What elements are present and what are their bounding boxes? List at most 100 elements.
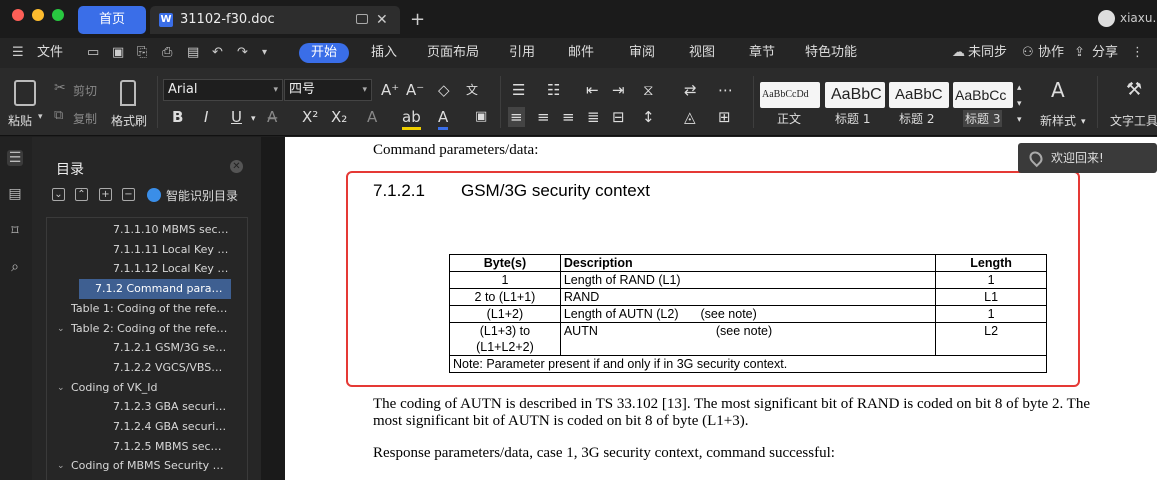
export-icon[interactable]: ⎘: [137, 38, 147, 68]
undo-icon[interactable]: ↶: [212, 38, 223, 68]
borders-icon[interactable]: ⊞: [718, 107, 731, 127]
search-icon[interactable]: ⌕: [7, 259, 23, 275]
paste-icon[interactable]: [14, 80, 36, 106]
chevron-down-icon[interactable]: ⌄: [57, 319, 65, 339]
expand-all-icon[interactable]: ⌃: [75, 188, 88, 201]
text-tools-button[interactable]: 文字工具: [1110, 112, 1157, 129]
char-border-icon[interactable]: ▣: [475, 107, 487, 127]
underline-icon[interactable]: U: [231, 107, 242, 127]
toc-item[interactable]: 7.1.2.1 GSM/3G se…: [113, 338, 231, 358]
increase-indent-icon[interactable]: ⇥: [612, 80, 625, 100]
justify-icon[interactable]: ≣: [587, 107, 600, 127]
style-preview-heading1[interactable]: AaBbC: [825, 82, 885, 108]
toc-item[interactable]: 7.1.2.3 GBA securi…: [113, 397, 231, 417]
close-icon[interactable]: ✕: [230, 160, 243, 173]
menu-mail[interactable]: 邮件: [568, 38, 594, 68]
open-folder-icon[interactable]: ▭: [87, 38, 99, 68]
toc-item[interactable]: 7.1.2.5 MBMS sec…: [113, 437, 231, 457]
save-icon[interactable]: ▣: [112, 38, 124, 68]
menu-start[interactable]: 开始: [299, 43, 350, 63]
style-preview-heading3[interactable]: AaBbCc: [953, 82, 1013, 108]
bold-icon[interactable]: B: [172, 107, 183, 127]
collapse-all-icon[interactable]: ⌄: [52, 188, 65, 201]
menu-page-layout[interactable]: 页面布局: [427, 38, 479, 68]
scissors-icon[interactable]: ✂: [54, 80, 66, 96]
new-style-icon[interactable]: A: [1051, 80, 1065, 100]
copy-button[interactable]: 复制: [73, 110, 97, 127]
toc-item[interactable]: Coding of MBMS Security …: [71, 456, 231, 476]
more-icon[interactable]: ⋮: [1131, 38, 1144, 68]
document-page[interactable]: Command parameters/data: 7.1.2.1 GSM/3G …: [285, 137, 1157, 480]
menu-review[interactable]: 审阅: [629, 38, 655, 68]
tab-home[interactable]: 首页: [78, 6, 146, 34]
print-icon[interactable]: ⎙: [162, 38, 172, 68]
shading-icon[interactable]: ◬: [684, 107, 696, 127]
menu-chapter[interactable]: 章节: [749, 38, 775, 68]
superscript-icon[interactable]: X²: [302, 107, 318, 127]
toc-item[interactable]: 7.1.2 Command para…: [79, 279, 231, 300]
sort-icon[interactable]: ⇄: [684, 80, 697, 100]
toc-item[interactable]: Table 2: Coding of the refe…: [71, 319, 231, 339]
menu-special-features[interactable]: 特色功能: [805, 38, 857, 68]
close-window-button[interactable]: [12, 9, 24, 21]
menu-view[interactable]: 视图: [689, 38, 715, 68]
new-style-button[interactable]: 新样式: [1040, 112, 1076, 129]
smart-toc-button[interactable]: 智能识别目录: [166, 187, 238, 204]
numbered-list-icon[interactable]: ☷: [547, 80, 560, 100]
copy-icon[interactable]: ⧉: [54, 108, 63, 123]
toc-item[interactable]: 7.1.2.2 VGCS/VBS…: [113, 358, 231, 378]
chinese-layout-icon[interactable]: ⧖: [643, 80, 654, 100]
styles-more-icon[interactable]: ▾: [1017, 110, 1022, 130]
italic-icon[interactable]: I: [204, 107, 208, 127]
redo-icon[interactable]: ↷: [237, 38, 248, 68]
underline-dropdown-icon[interactable]: ▾: [251, 109, 256, 129]
remove-heading-icon[interactable]: −: [122, 188, 135, 201]
subscript-icon[interactable]: X₂: [331, 107, 347, 127]
align-center-icon[interactable]: ≡: [537, 107, 550, 127]
close-tab-icon[interactable]: ✕: [376, 6, 388, 34]
style-heading3-label[interactable]: 标题 3: [963, 110, 1003, 127]
new-tab-button[interactable]: +: [410, 6, 425, 34]
highlight-icon[interactable]: ab: [402, 107, 421, 130]
shrink-font-icon[interactable]: A⁻: [406, 80, 424, 100]
bookmark-icon[interactable]: ⌑: [7, 223, 23, 239]
toc-item[interactable]: Table 1: Coding of the refe…: [71, 299, 231, 319]
distribute-icon[interactable]: ⊟: [612, 107, 625, 127]
hamburger-menu-icon[interactable]: ☰: [12, 38, 24, 68]
toc-item[interactable]: 7.1.1.10 MBMS sec…: [113, 220, 231, 240]
show-marks-icon[interactable]: ⋯: [718, 80, 733, 100]
align-left-icon[interactable]: ≡: [508, 107, 525, 127]
cut-button[interactable]: 剪切: [73, 82, 97, 99]
toc-panel-icon[interactable]: ☰: [7, 150, 23, 166]
font-name-select[interactable]: Arial ▾: [163, 79, 283, 101]
toc-item[interactable]: 7.1.1.11 Local Key …: [113, 240, 231, 260]
strikethrough-icon[interactable]: A̶: [267, 107, 277, 127]
style-heading1-label[interactable]: 标题 1: [835, 110, 870, 127]
collaborate-button[interactable]: 协作: [1038, 38, 1064, 68]
minimize-window-button[interactable]: [32, 9, 44, 21]
toc-item[interactable]: 7.1.1.12 Local Key …: [113, 259, 231, 279]
paste-dropdown-icon[interactable]: ▾: [38, 112, 43, 122]
sync-status[interactable]: 未同步: [968, 38, 1007, 68]
maximize-window-button[interactable]: [52, 9, 64, 21]
tab-document[interactable]: W 31102-f30.doc ✕: [150, 6, 400, 34]
style-heading2-label[interactable]: 标题 2: [899, 110, 934, 127]
new-style-dropdown-icon[interactable]: ▾: [1081, 112, 1086, 132]
style-preview-normal[interactable]: AaBbCcDd: [760, 82, 820, 108]
quick-access-dropdown-icon[interactable]: ▾: [262, 38, 267, 68]
bullet-list-icon[interactable]: ☰: [512, 80, 525, 100]
align-right-icon[interactable]: ≡: [562, 107, 575, 127]
chevron-down-icon[interactable]: ⌄: [57, 456, 65, 476]
print-preview-icon[interactable]: ▤: [187, 38, 199, 68]
toc-item[interactable]: Coding of VK_Id: [71, 378, 231, 398]
add-heading-icon[interactable]: +: [99, 188, 112, 201]
paste-button[interactable]: 粘贴: [8, 112, 32, 129]
chevron-down-icon[interactable]: ⌄: [57, 378, 65, 398]
menu-references[interactable]: 引用: [509, 38, 535, 68]
font-size-select[interactable]: 四号 ▾: [284, 79, 372, 101]
toc-item[interactable]: 7.1.2.4 GBA securi…: [113, 417, 231, 437]
wrench-icon[interactable]: ⚒: [1126, 80, 1142, 100]
phonetic-guide-icon[interactable]: 文: [466, 80, 478, 100]
monitor-icon[interactable]: [356, 14, 368, 24]
decrease-indent-icon[interactable]: ⇤: [586, 80, 599, 100]
